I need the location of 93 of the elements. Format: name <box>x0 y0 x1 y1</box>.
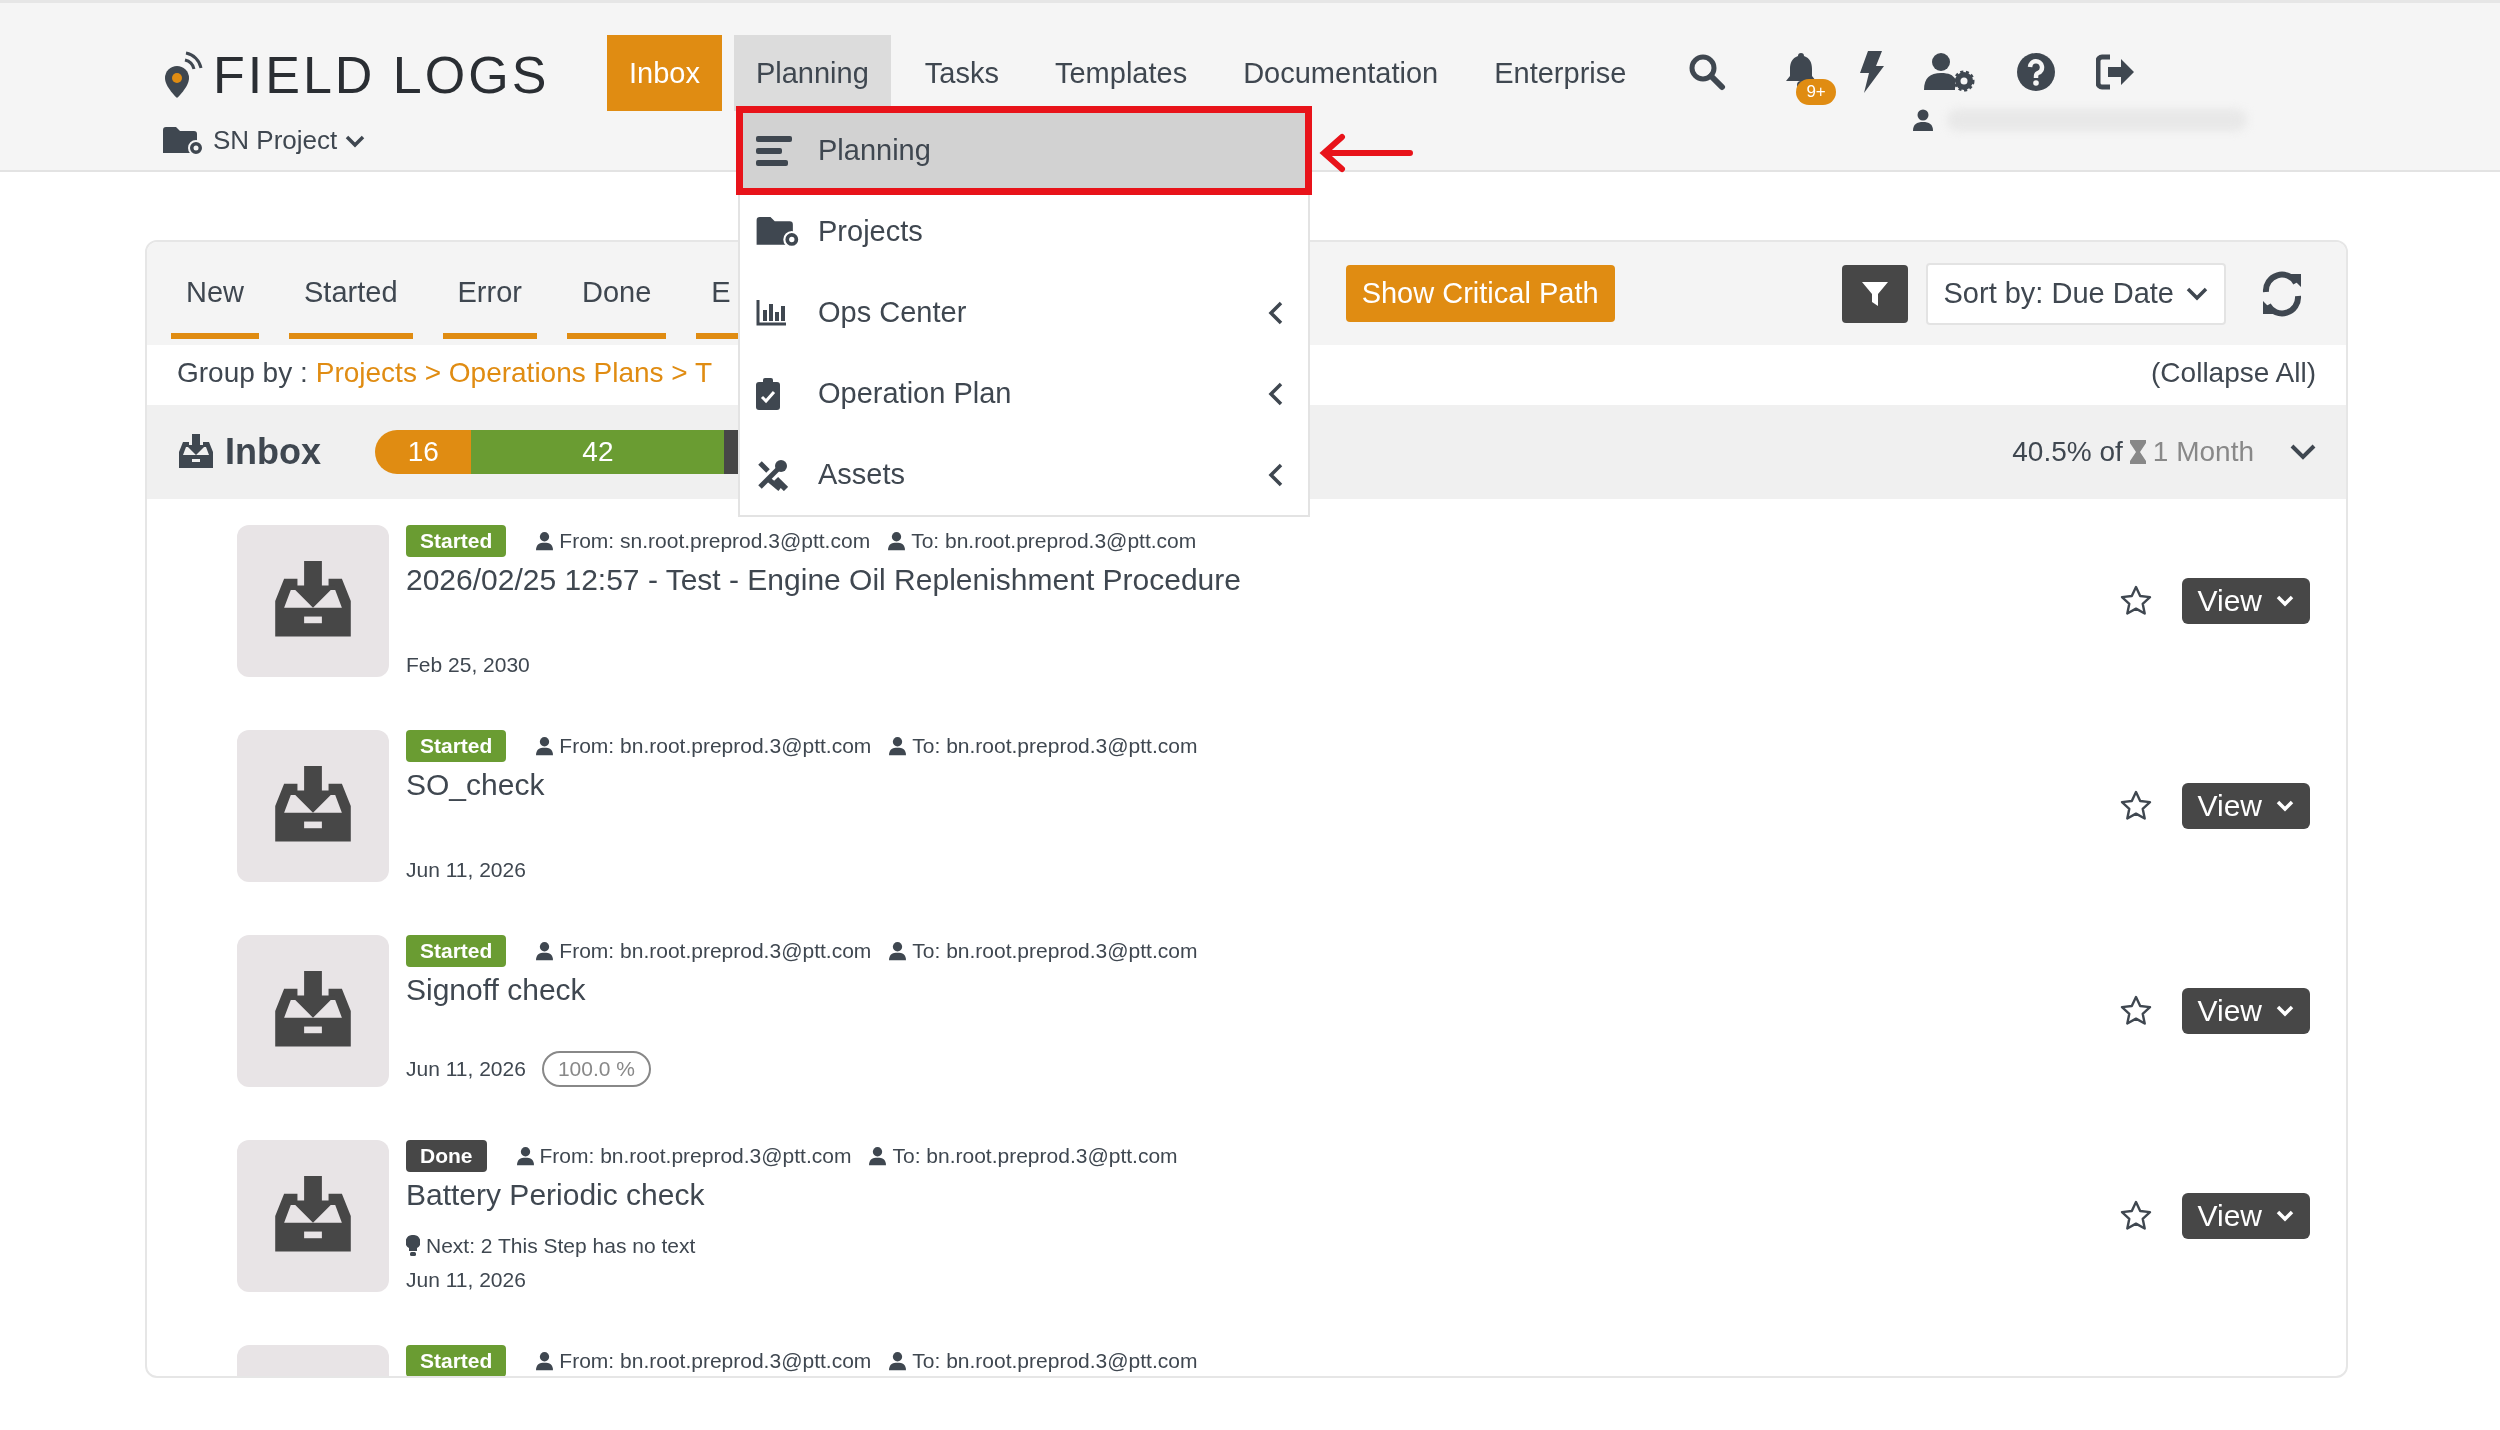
recipient-text: To: bn.root.preprod.3@ptt.com <box>892 1144 1178 1168</box>
menu-item[interactable]: Operation Plan <box>740 353 1308 434</box>
filter-tab[interactable]: Error <box>442 242 537 339</box>
lightning-icon[interactable] <box>1858 51 1885 93</box>
search-icon[interactable] <box>1688 53 1727 91</box>
chevron-down-icon <box>2276 800 2294 812</box>
star-icon[interactable] <box>2119 995 2152 1027</box>
user-icon <box>536 941 554 961</box>
tools-icon <box>756 458 788 491</box>
user-icon <box>889 941 907 961</box>
nav-tab[interactable]: Templates <box>1032 35 1210 111</box>
group-title: Inbox <box>225 431 322 473</box>
chevron-down-icon <box>2186 286 2208 301</box>
logout-icon[interactable] <box>2096 54 2137 90</box>
hourglass-icon <box>2128 439 2147 465</box>
menu-item[interactable]: Assets <box>740 434 1308 515</box>
user-gear-icon[interactable] <box>1924 52 1977 92</box>
notification-badge: 9+ <box>1796 79 1836 105</box>
user-icon <box>869 1146 887 1166</box>
status-badge: Done <box>406 1140 487 1172</box>
user-icon <box>536 1351 554 1371</box>
filter-button[interactable] <box>1841 264 1908 323</box>
sender-text: From: bn.root.preprod.3@ptt.com <box>559 734 872 758</box>
due-date: Jun 11, 2026 <box>406 1268 526 1292</box>
collapse-all-link[interactable]: (Collapse All) <box>2151 357 2316 389</box>
recipient-text: To: bn.root.preprod.3@ptt.com <box>911 529 1197 553</box>
nav-tab[interactable]: Documentation <box>1221 35 1461 111</box>
period-text: 1 Month <box>2152 436 2254 468</box>
item-title[interactable]: SO_check <box>406 768 2120 802</box>
chevron-down-icon <box>2276 595 2294 607</box>
status-badge: Started <box>406 935 507 967</box>
progress-pill: 100.0 % <box>541 1051 651 1087</box>
filter-icon <box>1860 279 1889 308</box>
chevron-left-icon <box>1268 462 1284 487</box>
user-icon <box>889 736 907 756</box>
inbox-download-icon <box>177 434 215 470</box>
user-icon <box>516 1146 534 1166</box>
user-icon <box>888 531 906 551</box>
app-logo: FIELD LOGS <box>213 45 550 105</box>
view-button[interactable]: View <box>2181 988 2310 1034</box>
chevron-left-icon <box>1268 381 1284 406</box>
status-badge: Started <box>406 525 507 557</box>
chevron-down-icon[interactable] <box>2290 444 2316 460</box>
sender-text: From: bn.root.preprod.3@ptt.com <box>559 1349 872 1373</box>
status-badge: Started <box>406 1345 507 1376</box>
progress-segment: 42 <box>471 430 725 474</box>
clipboard-check-icon <box>756 377 780 410</box>
bar-chart-icon <box>756 299 786 326</box>
view-button[interactable]: View <box>2181 578 2310 624</box>
nav-tab[interactable]: Tasks <box>902 35 1021 111</box>
filter-tab[interactable]: New <box>171 242 259 339</box>
recipient-text: To: bn.root.preprod.3@ptt.com <box>912 939 1198 963</box>
bars-icon <box>756 135 792 166</box>
item-title[interactable]: Battery Periodic check <box>406 1178 2120 1212</box>
recipient-text: To: bn.root.preprod.3@ptt.com <box>912 734 1198 758</box>
due-date: Jun 11, 2026 <box>406 858 526 882</box>
nav-tab[interactable]: Planning <box>733 35 891 111</box>
item-title[interactable]: Signoff check <box>406 973 2120 1007</box>
share-text: 40.5% of <box>2012 436 2123 468</box>
sender-text: From: bn.root.preprod.3@ptt.com <box>559 939 872 963</box>
view-button[interactable]: View <box>2181 783 2310 829</box>
sort-dropdown[interactable]: Sort by: Due Date <box>1925 262 2226 325</box>
user-icon <box>889 1351 907 1371</box>
help-icon[interactable] <box>2016 52 2057 92</box>
project-selector[interactable]: SN Project <box>163 125 366 156</box>
progress-segment: 16 <box>375 430 472 474</box>
item-title[interactable]: 2026/02/25 12:57 - Test - Engine Oil Replenishment Procedure <box>406 563 2120 597</box>
due-date: Feb 25, 2030 <box>406 653 530 677</box>
lightbulb-icon <box>406 1235 420 1257</box>
logo-icon <box>163 50 203 100</box>
chevron-left-icon <box>1268 300 1284 325</box>
recipient-text: To: bn.root.preprod.3@ptt.com <box>912 1349 1198 1373</box>
folder-gear-icon <box>163 125 205 156</box>
star-icon[interactable] <box>2119 790 2152 822</box>
filter-tab[interactable]: Started <box>289 242 413 339</box>
star-icon[interactable] <box>2119 585 2152 617</box>
next-step-text: Next: 2 This Step has no text <box>426 1234 696 1258</box>
nav-tab[interactable]: Enterprise <box>1472 35 1649 111</box>
folder-gear-icon <box>756 215 802 248</box>
status-badge: Started <box>406 730 507 762</box>
chevron-down-icon <box>345 133 366 148</box>
sender-text: From: sn.root.preprod.3@ptt.com <box>559 529 871 553</box>
chevron-down-icon <box>2276 1210 2294 1222</box>
filter-tab[interactable]: Done <box>566 242 667 339</box>
user-icon <box>1913 109 1934 131</box>
view-button[interactable]: View <box>2181 1193 2310 1239</box>
sender-text: From: bn.root.preprod.3@ptt.com <box>539 1144 852 1168</box>
chevron-down-icon <box>2276 1005 2294 1017</box>
user-icon <box>536 531 554 551</box>
group-by-label: Group by : <box>177 357 308 389</box>
user-icon <box>536 736 554 756</box>
star-icon[interactable] <box>2119 1200 2152 1232</box>
due-date: Jun 11, 2026 <box>406 1057 526 1081</box>
